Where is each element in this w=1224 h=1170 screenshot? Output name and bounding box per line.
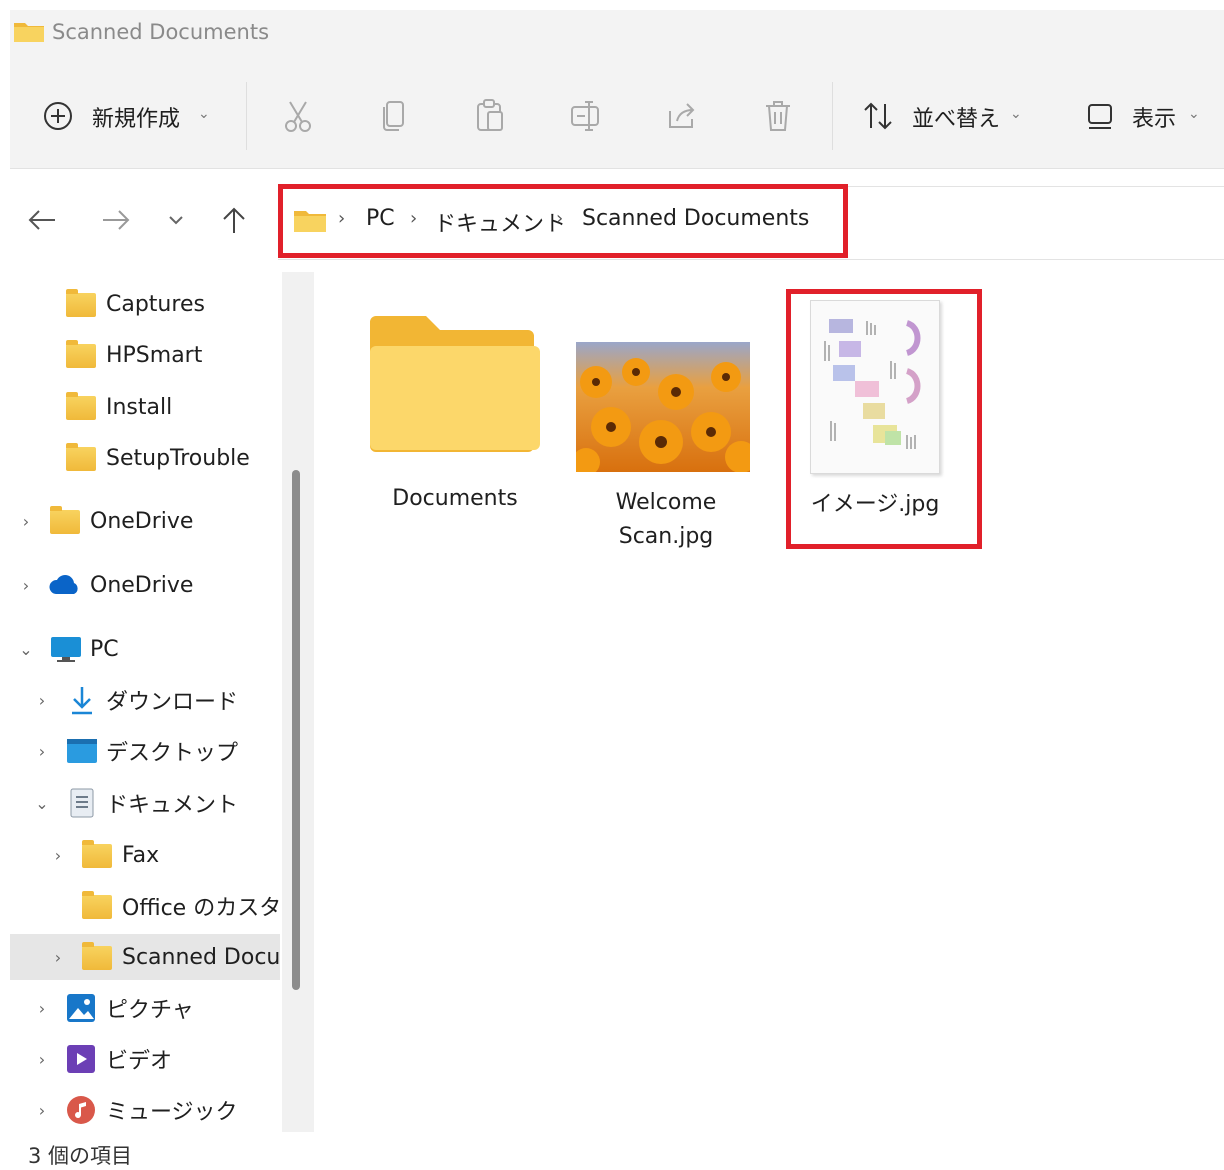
sidebar-item-setuptrouble[interactable]: SetupTrouble (10, 435, 280, 481)
file-name-documents[interactable]: Documents (366, 486, 544, 511)
folder-icon (66, 392, 96, 420)
desktop-icon (66, 738, 97, 763)
new-button[interactable]: 新規作成 (92, 101, 180, 133)
cut-icon[interactable] (278, 94, 318, 138)
paste-icon[interactable] (470, 94, 510, 138)
cloud-icon (48, 574, 78, 598)
folder-large-icon[interactable] (366, 314, 540, 454)
sidebar-item-label: Install (106, 394, 173, 420)
sidebar-item-documents[interactable]: ⌄ ドキュメント (10, 780, 280, 826)
up-arrow-icon[interactable] (214, 200, 254, 240)
sidebar-item-onedrive[interactable]: › OneDrive (10, 562, 280, 608)
view-icon[interactable] (1080, 94, 1120, 138)
scrollbar-thumb[interactable] (292, 470, 300, 990)
sidebar-item-label: HPSmart (106, 342, 203, 368)
chevron-right-icon[interactable]: › (16, 512, 36, 531)
file-name-line: Scan.jpg (618, 524, 714, 549)
chevron-right-icon[interactable]: › (32, 691, 52, 710)
folder-icon (66, 443, 96, 471)
sort-button[interactable]: 並べ替え (912, 101, 1000, 133)
chevron-right-icon[interactable]: › (32, 1101, 52, 1120)
chevron-right-icon[interactable]: › (32, 742, 52, 761)
sidebar-item-label: デスクトップ (106, 741, 239, 766)
sidebar-item-label: Scanned Docu (122, 944, 280, 970)
sort-icon[interactable] (858, 94, 898, 138)
folder-icon (66, 340, 96, 368)
sidebar-item-label: OneDrive (90, 508, 194, 534)
rename-icon[interactable] (566, 94, 606, 138)
music-icon (66, 1095, 96, 1124)
window-title: Scanned Documents (52, 20, 270, 44)
annotation-highlight-box (278, 184, 848, 258)
forward-arrow-icon[interactable] (96, 200, 136, 240)
folder-icon (66, 289, 96, 317)
computer-icon (50, 636, 81, 662)
pictures-icon (66, 993, 96, 1022)
chevron-down-icon[interactable]: ⌄ (198, 106, 210, 122)
chevron-down-icon[interactable]: ⌄ (16, 640, 36, 659)
sidebar-item-label: SetupTrouble (106, 445, 250, 471)
chevron-down-icon[interactable]: ⌄ (32, 794, 52, 813)
sidebar-item-downloads[interactable]: › ダウンロード (10, 677, 280, 723)
sidebar-item-onedrive-personal[interactable]: › OneDrive (10, 498, 280, 544)
image-thumbnail-flowers[interactable] (572, 342, 757, 476)
sidebar-item-install[interactable]: Install (10, 384, 280, 430)
view-button[interactable]: 表示 (1132, 101, 1176, 133)
sidebar-item-label: Office のカスタム (122, 896, 280, 921)
sidebar-item-music[interactable]: › ミュージック (10, 1087, 280, 1133)
sidebar-item-label: ダウンロード (106, 690, 239, 715)
divider (246, 82, 247, 150)
command-bar (10, 64, 1224, 169)
sidebar-item-pictures[interactable]: › ピクチャ (10, 985, 280, 1031)
sidebar-item-captures[interactable]: Captures (10, 281, 280, 327)
chevron-right-icon[interactable]: › (32, 1050, 52, 1069)
folder-icon (82, 891, 112, 919)
chevron-right-icon[interactable]: › (48, 948, 68, 967)
chevron-right-icon[interactable]: › (48, 846, 68, 865)
sidebar-item-label: ドキュメント (106, 793, 239, 818)
sidebar-item-label: Captures (106, 291, 205, 317)
chevron-down-icon[interactable]: ⌄ (1010, 106, 1022, 122)
document-icon (70, 788, 100, 818)
sidebar-item-videos[interactable]: › ビデオ (10, 1036, 280, 1082)
file-name-line: Welcome (615, 490, 717, 515)
delete-icon[interactable] (758, 94, 798, 138)
sidebar-item-label: ビデオ (106, 1049, 173, 1074)
folder-icon (82, 942, 112, 970)
sidebar-item-label: OneDrive (90, 572, 194, 598)
copy-icon[interactable] (374, 94, 414, 138)
folder-icon (50, 506, 80, 534)
folder-icon (82, 840, 112, 868)
sidebar-item-desktop[interactable]: › デスクトップ (10, 728, 280, 774)
divider (832, 82, 833, 150)
annotation-highlight-box (786, 289, 982, 549)
share-icon[interactable] (662, 94, 702, 138)
recent-dropdown-icon[interactable] (156, 200, 196, 240)
sidebar-item-pc[interactable]: ⌄ PC (10, 626, 280, 672)
sidebar-item-label: PC (90, 636, 119, 662)
video-icon (66, 1044, 96, 1073)
sidebar-item-label: Fax (122, 842, 160, 868)
sidebar-item-scanned-documents[interactable]: › Scanned Docu (10, 934, 280, 980)
folder-icon (14, 20, 44, 42)
chevron-right-icon[interactable]: › (32, 999, 52, 1018)
sidebar-item-hpsmart[interactable]: HPSmart (10, 332, 280, 378)
file-name-welcome-scan[interactable]: Welcome Scan.jpg (576, 486, 756, 554)
chevron-down-icon[interactable]: ⌄ (1188, 106, 1200, 122)
sidebar-item-label: ピクチャ (106, 998, 194, 1023)
download-icon (68, 685, 98, 715)
sidebar-item-fax[interactable]: › Fax (10, 832, 280, 878)
add-circle-icon[interactable] (38, 94, 78, 138)
sidebar-item-office-custom[interactable]: Office のカスタム (10, 883, 280, 929)
back-arrow-icon[interactable] (22, 200, 62, 240)
chevron-right-icon[interactable]: › (16, 576, 36, 595)
sidebar-item-label: ミュージック (106, 1100, 238, 1125)
